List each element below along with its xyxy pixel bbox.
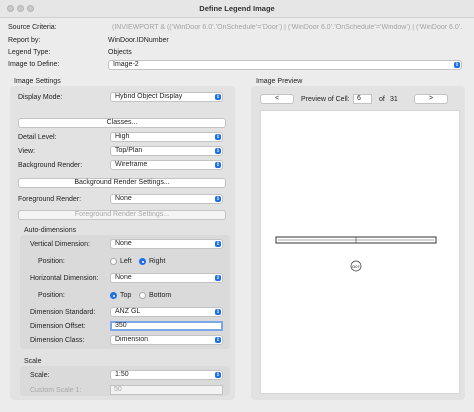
image-to-define-value: Image-2 xyxy=(113,61,139,68)
preview-canvas: D07 xyxy=(260,110,460,394)
title-bar: Define Legend Image xyxy=(0,0,474,18)
chevron-updown-icon: ⇕ xyxy=(215,337,221,343)
vertical-dimension-value: None xyxy=(115,240,132,247)
chevron-updown-icon: ⇕ xyxy=(215,196,221,202)
horizontal-dimension-label: Horizontal Dimension: xyxy=(30,275,99,282)
preview-cell-field[interactable]: 6 xyxy=(353,94,372,104)
scale-value: 1:50 xyxy=(115,371,129,378)
dimension-standard-popup[interactable]: ANZ GL ⇕ xyxy=(110,307,223,317)
scale-title: Scale xyxy=(24,358,42,365)
chevron-updown-icon: ⇕ xyxy=(215,134,221,140)
chevron-updown-icon: ⇕ xyxy=(215,372,221,378)
radio-left-label: Left xyxy=(120,258,132,265)
image-to-define-popup[interactable]: Image-2 ⇕ xyxy=(108,60,462,70)
background-render-settings-button[interactable]: Background Render Settings... xyxy=(18,178,226,188)
dimension-offset-field[interactable]: 350 xyxy=(110,321,223,331)
display-mode-label: Display Mode: xyxy=(18,94,63,101)
chevron-updown-icon: ⇕ xyxy=(215,309,221,315)
background-render-label: Background Render: xyxy=(18,162,83,169)
of-label: of xyxy=(379,96,385,103)
window-title: Define Legend Image xyxy=(199,4,275,13)
vertical-position-label: Position: xyxy=(38,258,65,265)
dimension-class-value: Dimension xyxy=(115,336,149,343)
view-popup[interactable]: Top/Plan ⇕ xyxy=(110,146,223,156)
detail-level-value: High xyxy=(115,133,130,140)
radio-right-icon[interactable] xyxy=(139,258,146,265)
next-cell-button[interactable]: > xyxy=(414,94,448,104)
detail-level-popup[interactable]: High ⇕ xyxy=(110,132,223,142)
report-by-label: Report by: xyxy=(8,37,41,44)
radio-bottom-label: Bottom xyxy=(149,292,172,299)
horizontal-dimension-popup[interactable]: None ⇕ xyxy=(110,273,223,283)
dimension-standard-value: ANZ GL xyxy=(115,308,141,315)
detail-level-label: Detail Level: xyxy=(18,134,57,141)
custom-scale-field[interactable]: 50 xyxy=(110,385,223,395)
legend-type-label: Legend Type: xyxy=(8,49,51,56)
chevron-updown-icon: ⇕ xyxy=(215,162,221,168)
radio-top-label: Top xyxy=(120,292,132,299)
foreground-render-settings-button[interactable]: Foreground Render Settings... xyxy=(18,210,226,220)
dialog-window: Define Legend Image Source Criteria: (IN… xyxy=(0,0,474,412)
chevron-updown-icon: ⇕ xyxy=(454,62,460,68)
custom-scale-label: Custom Scale 1: xyxy=(30,387,82,394)
chevron-updown-icon: ⇕ xyxy=(215,148,221,154)
classes-button[interactable]: Classes... xyxy=(18,118,226,128)
vertical-dimension-popup[interactable]: None ⇕ xyxy=(110,239,223,249)
chevron-updown-icon: ⇕ xyxy=(215,275,221,281)
display-mode-value: Hybrid Object Display xyxy=(115,93,183,100)
dimension-offset-label: Dimension Offset: xyxy=(30,323,86,330)
horizontal-position-label: Position: xyxy=(38,292,65,299)
preview-drawing: D07 xyxy=(275,236,437,272)
scale-label: Scale: xyxy=(30,372,50,379)
previous-cell-button[interactable]: < xyxy=(260,94,294,104)
dimension-class-label: Dimension Class: xyxy=(30,337,85,344)
image-settings-title: Image Settings xyxy=(14,78,61,85)
vertical-dimension-label: Vertical Dimension: xyxy=(30,241,90,248)
radio-bottom-icon[interactable] xyxy=(139,292,146,299)
window-tag-text: D07 xyxy=(352,264,360,269)
foreground-render-popup[interactable]: None ⇕ xyxy=(110,194,223,204)
horizontal-dimension-value: None xyxy=(115,274,132,281)
image-preview-title: Image Preview xyxy=(256,78,303,85)
display-mode-popup[interactable]: Hybrid Object Display ⇕ xyxy=(110,92,223,102)
legend-type-value: Objects xyxy=(108,49,132,56)
background-render-value: Wireframe xyxy=(115,161,148,168)
view-value: Top/Plan xyxy=(115,147,143,154)
view-label: View: xyxy=(18,148,35,155)
foreground-render-value: None xyxy=(115,195,132,202)
radio-left-icon[interactable] xyxy=(110,258,117,265)
chevron-updown-icon: ⇕ xyxy=(215,94,221,100)
dimension-standard-label: Dimension Standard: xyxy=(30,309,96,316)
background-render-popup[interactable]: Wireframe ⇕ xyxy=(110,160,223,170)
source-criteria-label: Source Criteria: xyxy=(8,24,57,31)
image-to-define-label: Image to Define: xyxy=(8,61,60,68)
report-by-value: WinDoor.IDNumber xyxy=(108,37,169,44)
auto-dimensions-title: Auto-dimensions xyxy=(24,227,77,234)
radio-right-label: Right xyxy=(149,258,166,265)
radio-top-icon[interactable] xyxy=(110,292,117,299)
dimension-class-popup[interactable]: Dimension ⇕ xyxy=(110,335,223,345)
chevron-updown-icon: ⇕ xyxy=(215,241,221,247)
total-cells: 31 xyxy=(390,96,398,103)
scale-popup[interactable]: 1:50 ⇕ xyxy=(110,370,223,380)
source-criteria-field[interactable]: (INVIEWPORT & ((‘WinDoor 6.0’.’OnSchedul… xyxy=(112,24,464,31)
foreground-render-label: Foreground Render: xyxy=(18,196,82,203)
preview-of-cell-label: Preview of Cell: xyxy=(301,96,350,103)
